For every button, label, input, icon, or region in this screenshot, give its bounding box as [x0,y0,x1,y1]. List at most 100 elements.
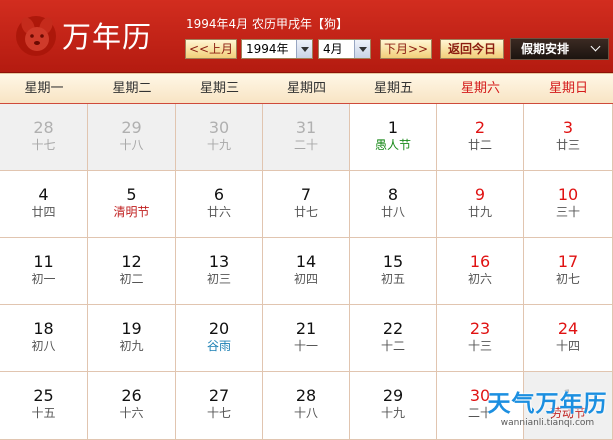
chevron-down-icon[interactable] [354,40,370,58]
lunar-date: 十七 [31,138,56,152]
day-cell[interactable]: 5 清明节 [88,171,176,238]
day-cell[interactable]: 18 初八 [0,305,88,372]
day-number: 8 [387,185,399,204]
day-number: 7 [300,185,312,204]
day-cell[interactable]: 14 初四 [263,238,350,305]
lunar-date: 十九 [380,406,405,420]
day-cell[interactable]: 16 初六 [437,238,524,305]
lunar-date: 二十 [293,138,318,152]
day-cell[interactable]: 11 初一 [0,238,88,305]
day-number: 28 [295,386,317,405]
day-number: 4 [38,185,49,204]
weekday-label: 星期一 [24,81,64,96]
year-select-value: 1994年 [246,42,289,56]
day-number: 23 [469,319,491,338]
day-number: 1 [387,118,399,137]
day-cell[interactable]: 27 十七 [176,372,263,440]
chevron-down-icon[interactable] [296,40,312,58]
prev-month-button[interactable]: <<上月 [185,39,237,59]
month-select[interactable]: 4月 [318,39,371,59]
day-cell[interactable]: 12 初二 [88,238,176,305]
day-number: 21 [295,319,317,338]
day-cell[interactable]: 15 初五 [350,238,437,305]
lunar-date: 十五 [31,406,56,420]
festival-label: 劳动节 [549,406,586,420]
calendar-grid: 28 十七 29 十八 30 十九 31 二十 1 愚人节 2 廿二 3 廿三 4 廿四 5 清明节 6 廿六 7 廿七 8… [0,104,613,440]
day-cell[interactable]: 30 二十 [437,372,524,440]
day-number: 19 [121,319,142,338]
festival-label: 愚人节 [374,138,411,152]
lunar-date: 初三 [206,272,231,286]
weekday-header: 星期一 星期二 星期三 星期四 星期五 星期六 星期日 [0,73,613,104]
lunar-date: 初七 [555,272,580,286]
day-number: 5 [126,185,137,204]
calendar-header: 万年历 1994年4月 农历甲戌年【狗】 <<上月 1994年 4月 下月>> … [0,0,613,73]
day-cell[interactable]: 1 劳动节 [524,372,613,440]
day-cell[interactable]: 24 十四 [524,305,613,372]
today-button[interactable]: 返回今日 [440,39,504,59]
day-cell[interactable]: 17 初七 [524,238,613,305]
day-cell[interactable]: 25 十五 [0,372,88,440]
day-cell[interactable]: 28 十八 [263,372,350,440]
lunar-date: 十三 [467,339,492,353]
lunar-date: 廿八 [380,205,405,219]
day-number: 28 [33,118,54,137]
dog-mascot-icon [16,16,56,56]
year-select[interactable]: 1994年 [241,39,313,59]
day-cell[interactable]: 3 廿三 [524,104,613,171]
day-cell[interactable]: 26 十六 [88,372,176,440]
weekday-label: 星期三 [199,81,239,96]
day-cell[interactable]: 2 廿二 [437,104,524,171]
day-cell[interactable]: 1 愚人节 [350,104,437,171]
day-cell[interactable]: 23 十三 [437,305,524,372]
day-number: 31 [295,118,317,137]
next-month-button[interactable]: 下月>> [380,39,432,59]
day-number: 12 [121,252,142,271]
day-cell[interactable]: 8 廿八 [350,171,437,238]
lunar-date: 初二 [119,272,144,286]
lunar-date: 廿四 [31,205,56,219]
lunar-date: 十二 [380,339,405,353]
month-select-value: 4月 [323,42,343,56]
weekday-label: 星期六 [460,81,500,96]
day-cell[interactable]: 29 十九 [350,372,437,440]
day-number: 20 [208,319,230,338]
lunar-date: 三十 [555,205,580,219]
day-cell[interactable]: 31 二十 [263,104,350,171]
lunar-date: 廿三 [555,138,580,152]
lunar-date: 初九 [119,339,144,353]
day-number: 13 [208,252,230,271]
day-cell[interactable]: 22 十二 [350,305,437,372]
day-number: 11 [33,252,54,271]
lunar-date: 廿七 [293,205,318,219]
day-cell[interactable]: 9 廿九 [437,171,524,238]
day-number: 18 [33,319,54,338]
day-cell[interactable]: 20 谷雨 [176,305,263,372]
lunar-date: 初一 [31,272,56,286]
weekday-label: 星期二 [112,81,152,96]
lunar-date: 十一 [293,339,318,353]
day-cell[interactable]: 28 十七 [0,104,88,171]
festival-label: 谷雨 [206,339,231,353]
day-cell[interactable]: 7 廿七 [263,171,350,238]
month-info: 1994年4月 农历甲戌年【狗】 [186,17,348,31]
day-number: 24 [557,319,579,338]
day-number: 15 [382,252,404,271]
day-cell[interactable]: 19 初九 [88,305,176,372]
day-cell[interactable]: 13 初三 [176,238,263,305]
lunar-date: 初八 [31,339,56,353]
lunar-date: 十八 [293,406,318,420]
lunar-date: 十八 [119,138,144,152]
day-cell[interactable]: 6 廿六 [176,171,263,238]
day-number: 3 [562,118,574,137]
weekday-label: 星期四 [286,81,326,96]
lunar-date: 十七 [206,406,231,420]
day-cell[interactable]: 21 十一 [263,305,350,372]
holiday-schedule-dropdown[interactable]: 假期安排 [510,38,609,60]
day-cell[interactable]: 29 十八 [88,104,176,171]
day-cell[interactable]: 4 廿四 [0,171,88,238]
chevron-down-icon [590,41,601,52]
day-cell[interactable]: 30 十九 [176,104,263,171]
lunar-date: 二十 [467,406,492,420]
day-cell[interactable]: 10 三十 [524,171,613,238]
